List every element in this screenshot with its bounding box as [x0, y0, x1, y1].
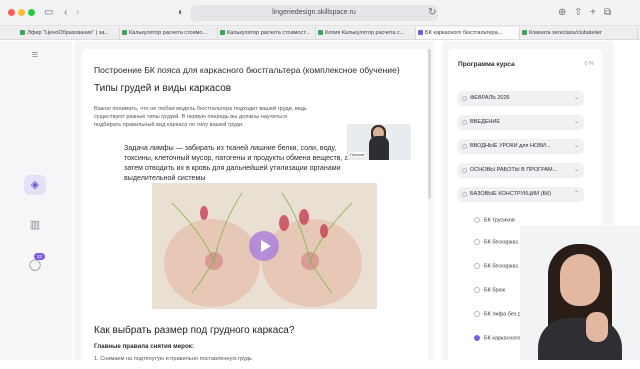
left-rail: ≡ ◈ ▥ ◯ 33: [0, 41, 72, 360]
browser-toolbar: ▭ ‹ › ◐ lingeriedesign.skillspace.ru ↻ ⊕…: [0, 0, 640, 26]
chevron-down-icon: ⌄: [573, 119, 579, 125]
program-progress: 0 %: [584, 61, 594, 67]
chevron-up-icon: ⌃: [573, 191, 579, 197]
notification-badge: 33: [34, 253, 45, 260]
lesson-status-icon: [474, 217, 480, 223]
browser-tab[interactable]: Копия Калькулятор расчета с...: [316, 27, 416, 39]
lesson-item-current[interactable]: БК каркасного...: [474, 335, 525, 341]
chevron-down-icon: ⌄: [573, 143, 579, 149]
rule-item: 1. Снимаем на подтянутую и правильно пос…: [94, 356, 252, 362]
minimize-window-dot[interactable]: [18, 9, 25, 16]
lesson-area: Построение БК пояса для каркасного бюстг…: [74, 41, 434, 369]
module-item-open[interactable]: БАЗОВЫЕ КОНСТРУКЦИИ (БК) ⌃: [458, 187, 584, 202]
lesson-video[interactable]: [152, 183, 377, 309]
address-bar[interactable]: lingeriedesign.skillspace.ru: [190, 5, 438, 21]
book-icon[interactable]: ▥: [24, 215, 46, 235]
browser-tab[interactable]: Комната sereclass/clubatelier: [520, 27, 638, 39]
zoom-window-dot[interactable]: [28, 9, 35, 16]
scrollbar[interactable]: [428, 49, 431, 199]
status-icon: [462, 192, 467, 197]
lesson-item[interactable]: БК лифа без р...: [474, 311, 525, 317]
module-item[interactable]: ВВОДНЫЕ УРОКИ для НОВИ... ⌄: [458, 139, 584, 154]
browser-tab-active[interactable]: БК каркасного бюстгальтера...: [416, 27, 520, 39]
status-icon: [462, 168, 467, 173]
favicon-icon: [122, 30, 127, 35]
browser-tab[interactable]: Калькулятор расчета стоимост...: [218, 27, 316, 39]
reload-icon[interactable]: ↻: [428, 6, 436, 20]
sidebar-toggle-icon[interactable]: ▭: [44, 6, 53, 20]
chevron-down-icon: ⌄: [573, 95, 579, 101]
module-item[interactable]: ОСНОВЫ РАБОТЫ В ПРОГРАМ... ⌄: [458, 163, 584, 178]
lesson-item[interactable]: БК бескаркас...: [474, 239, 523, 245]
module-item[interactable]: ФЕВРАЛЬ 2026 ⌄: [458, 91, 584, 106]
module-item[interactable]: ВВЕДЕНИЕ ⌄: [458, 115, 584, 130]
webcam-name-label: Полина: [349, 152, 366, 157]
webcam-overlay: Полина: [347, 124, 411, 160]
forward-icon[interactable]: ›: [76, 6, 79, 20]
browser-tab[interactable]: Калькулятор расчета стоимо...: [120, 27, 218, 39]
layers-icon[interactable]: ◈: [24, 175, 46, 195]
menu-icon[interactable]: ≡: [24, 45, 46, 65]
tab-strip: Эфир "ЦеноОбразование" | за... Калькулят…: [0, 26, 640, 40]
lesson-title: Построение БК пояса для каркасного бюстг…: [94, 65, 400, 75]
favicon-icon: [20, 30, 25, 35]
favicon-icon: [318, 30, 323, 35]
browser-tab[interactable]: Эфир "ЦеноОбразование" | за...: [18, 27, 120, 39]
lesson-status-icon: [474, 239, 480, 245]
lesson-item[interactable]: БК брюк: [474, 287, 505, 293]
lesson-item[interactable]: БК трусиков: [474, 217, 515, 223]
status-icon: [462, 120, 467, 125]
section-heading: Типы грудей и виды каркасов: [94, 83, 232, 94]
program-title: Программа курса: [458, 61, 515, 68]
rules-heading: Главные правила снятия мерок:: [94, 343, 194, 350]
lesson-status-icon: [474, 335, 480, 341]
lesson-status-icon: [474, 287, 480, 293]
share-icon[interactable]: ⇧: [574, 6, 582, 20]
new-tab-icon[interactable]: +: [590, 6, 596, 20]
favicon-icon: [522, 30, 527, 35]
quote-text: Задача лимфы — забирать из тканей лишние…: [124, 144, 349, 182]
shield-icon[interactable]: ◐: [178, 6, 184, 20]
presenter-webcam: [520, 226, 640, 360]
status-icon: [462, 96, 467, 101]
screen: ▭ ‹ › ◐ lingeriedesign.skillspace.ru ↻ ⊕…: [0, 0, 640, 369]
tab-overview-icon[interactable]: ⧉: [604, 6, 611, 20]
intro-paragraph: Важно понимать, что не любая модель бюст…: [94, 106, 307, 128]
lesson-item[interactable]: БК бескаркас...: [474, 263, 523, 269]
lesson-status-icon: [474, 263, 480, 269]
status-icon: [462, 144, 467, 149]
close-window-dot[interactable]: [8, 9, 15, 16]
lesson-card: Построение БК пояса для каркасного бюстг…: [82, 49, 428, 369]
chevron-down-icon: ⌄: [573, 167, 579, 173]
section-heading: Как выбрать размер под грудного каркаса?: [94, 325, 295, 336]
play-button[interactable]: [249, 231, 279, 261]
lesson-status-icon: [474, 311, 480, 317]
download-icon[interactable]: ⊕: [558, 6, 566, 20]
favicon-icon: [220, 30, 225, 35]
favicon-icon: [418, 30, 423, 35]
back-icon[interactable]: ‹: [64, 6, 67, 20]
